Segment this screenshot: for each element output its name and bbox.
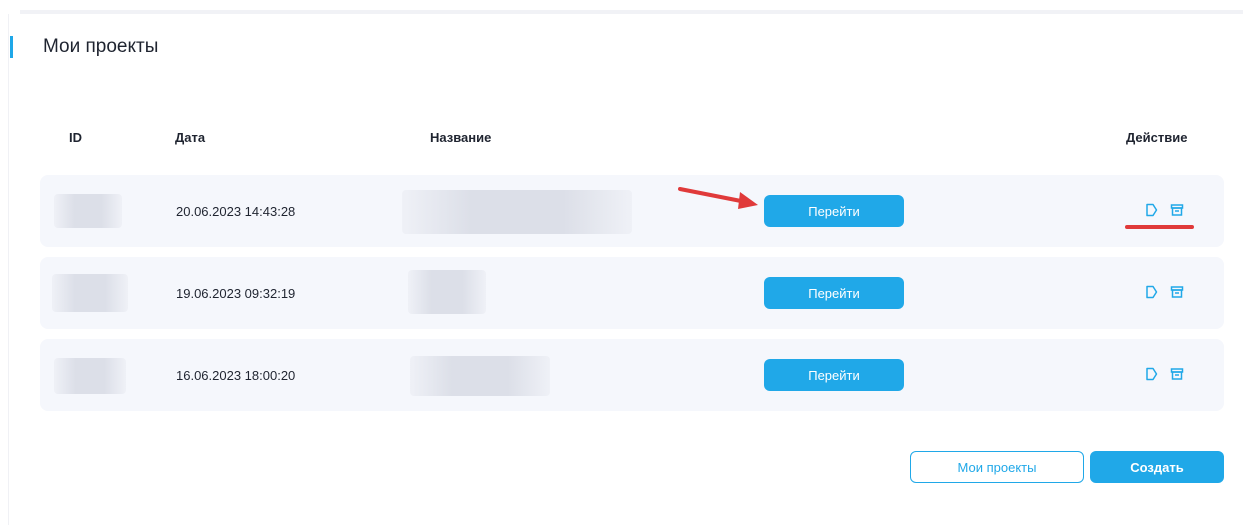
go-button[interactable]: Перейти bbox=[764, 359, 904, 391]
name-cell-redacted bbox=[410, 356, 550, 396]
table-row: 19.06.2023 09:32:19 Перейти bbox=[40, 257, 1224, 329]
go-button[interactable]: Перейти bbox=[764, 195, 904, 227]
archive-icon[interactable] bbox=[1170, 285, 1184, 299]
archive-icon[interactable] bbox=[1170, 367, 1184, 381]
date-cell: 16.06.2023 18:00:20 bbox=[176, 368, 296, 383]
column-header-name: Название bbox=[430, 130, 492, 145]
column-header-id: ID bbox=[69, 130, 82, 145]
create-button[interactable]: Создать bbox=[1090, 451, 1224, 483]
page-title: Мои проекты bbox=[43, 36, 159, 57]
table-row: 16.06.2023 18:00:20 Перейти bbox=[40, 339, 1224, 411]
name-cell-redacted bbox=[408, 270, 486, 314]
table-row: 20.06.2023 14:43:28 Перейти bbox=[40, 175, 1224, 247]
my-projects-button[interactable]: Мои проекты bbox=[910, 451, 1084, 483]
underline-annotation bbox=[1125, 225, 1194, 229]
id-cell-redacted bbox=[54, 194, 122, 228]
arrow-annotation bbox=[678, 187, 758, 209]
title-accent-bar bbox=[10, 36, 13, 58]
column-header-action: Действие bbox=[1126, 130, 1188, 145]
date-cell: 20.06.2023 14:43:28 bbox=[176, 204, 296, 219]
date-cell: 19.06.2023 09:32:19 bbox=[176, 286, 296, 301]
name-cell-redacted bbox=[402, 190, 632, 234]
edit-icon[interactable] bbox=[1145, 203, 1159, 217]
id-cell-redacted bbox=[52, 274, 128, 312]
edit-icon[interactable] bbox=[1145, 285, 1159, 299]
column-header-date: Дата bbox=[175, 130, 206, 145]
id-cell-redacted bbox=[54, 358, 126, 394]
edit-icon[interactable] bbox=[1145, 367, 1159, 381]
archive-icon[interactable] bbox=[1170, 203, 1184, 217]
go-button[interactable]: Перейти bbox=[764, 277, 904, 309]
